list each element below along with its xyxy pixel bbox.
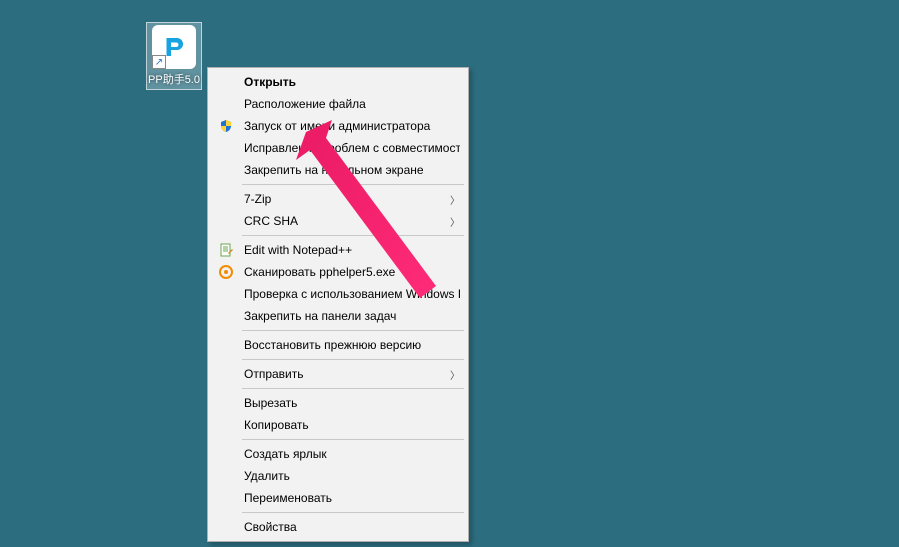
shield-icon	[216, 118, 236, 134]
blank-icon	[216, 337, 236, 353]
menu-crc-sha[interactable]: CRC SHA 〉	[210, 210, 466, 232]
menu-separator	[242, 184, 464, 185]
notepad-icon	[216, 242, 236, 258]
desktop-icon-label: PP助手5.0	[148, 71, 200, 87]
menu-rename[interactable]: Переименовать	[210, 487, 466, 509]
submenu-arrow-icon: 〉	[446, 367, 460, 382]
menu-run-as-admin-label: Запуск от имени администратора	[236, 119, 460, 133]
menu-cut[interactable]: Вырезать	[210, 392, 466, 414]
menu-send-to[interactable]: Отправить 〉	[210, 363, 466, 385]
menu-send-to-label: Отправить	[236, 367, 446, 381]
menu-compat-troubleshoot[interactable]: Исправление проблем с совместимостью	[210, 137, 466, 159]
blank-icon	[216, 162, 236, 178]
blank-icon	[216, 140, 236, 156]
blank-icon	[216, 417, 236, 433]
menu-copy[interactable]: Копировать	[210, 414, 466, 436]
submenu-arrow-icon: 〉	[446, 192, 460, 207]
menu-separator	[242, 235, 464, 236]
menu-open[interactable]: Открыть	[210, 71, 466, 93]
antivirus-icon	[216, 264, 236, 280]
menu-7zip[interactable]: 7-Zip 〉	[210, 188, 466, 210]
blank-icon	[216, 191, 236, 207]
menu-crc-sha-label: CRC SHA	[236, 214, 446, 228]
menu-rename-label: Переименовать	[236, 491, 460, 505]
menu-cut-label: Вырезать	[236, 396, 460, 410]
menu-file-location[interactable]: Расположение файла	[210, 93, 466, 115]
menu-separator	[242, 439, 464, 440]
blank-icon	[216, 446, 236, 462]
context-menu: Открыть Расположение файла Запуск от име…	[207, 67, 469, 542]
menu-pin-taskbar-label: Закрепить на панели задач	[236, 309, 460, 323]
menu-defender-label: Проверка с использованием Windows Defend…	[236, 287, 460, 301]
menu-copy-label: Копировать	[236, 418, 460, 432]
desktop-shortcut-pphelper[interactable]: ↗ PP助手5.0	[146, 22, 202, 90]
blank-icon	[216, 366, 236, 382]
menu-edit-notepad[interactable]: Edit with Notepad++	[210, 239, 466, 261]
blank-icon	[216, 308, 236, 324]
menu-file-location-label: Расположение файла	[236, 97, 460, 111]
menu-run-as-admin[interactable]: Запуск от имени администратора	[210, 115, 466, 137]
menu-separator	[242, 359, 464, 360]
menu-restore-prev[interactable]: Восстановить прежнюю версию	[210, 334, 466, 356]
pphelper-app-icon: ↗	[152, 25, 196, 69]
submenu-arrow-icon: 〉	[446, 214, 460, 229]
menu-7zip-label: 7-Zip	[236, 192, 446, 206]
menu-create-shortcut[interactable]: Создать ярлык	[210, 443, 466, 465]
blank-icon	[216, 96, 236, 112]
menu-edit-notepad-label: Edit with Notepad++	[236, 243, 460, 257]
menu-defender-scan[interactable]: Проверка с использованием Windows Defend…	[210, 283, 466, 305]
blank-icon	[216, 74, 236, 90]
menu-restore-prev-label: Восстановить прежнюю версию	[236, 338, 460, 352]
menu-separator	[242, 512, 464, 513]
blank-icon	[216, 490, 236, 506]
blank-icon	[216, 395, 236, 411]
blank-icon	[216, 468, 236, 484]
menu-separator	[242, 388, 464, 389]
menu-delete-label: Удалить	[236, 469, 460, 483]
menu-properties[interactable]: Свойства	[210, 516, 466, 538]
shortcut-overlay-icon: ↗	[152, 55, 166, 69]
menu-separator	[242, 330, 464, 331]
blank-icon	[216, 286, 236, 302]
menu-scan-file[interactable]: Сканировать pphelper5.exe	[210, 261, 466, 283]
menu-properties-label: Свойства	[236, 520, 460, 534]
menu-delete[interactable]: Удалить	[210, 465, 466, 487]
menu-create-shortcut-label: Создать ярлык	[236, 447, 460, 461]
menu-pin-start-label: Закрепить на начальном экране	[236, 163, 460, 177]
menu-pin-start[interactable]: Закрепить на начальном экране	[210, 159, 466, 181]
blank-icon	[216, 213, 236, 229]
menu-pin-taskbar[interactable]: Закрепить на панели задач	[210, 305, 466, 327]
menu-scan-file-label: Сканировать pphelper5.exe	[236, 265, 460, 279]
menu-compat-label: Исправление проблем с совместимостью	[236, 141, 460, 155]
blank-icon	[216, 519, 236, 535]
menu-open-label: Открыть	[236, 75, 460, 89]
